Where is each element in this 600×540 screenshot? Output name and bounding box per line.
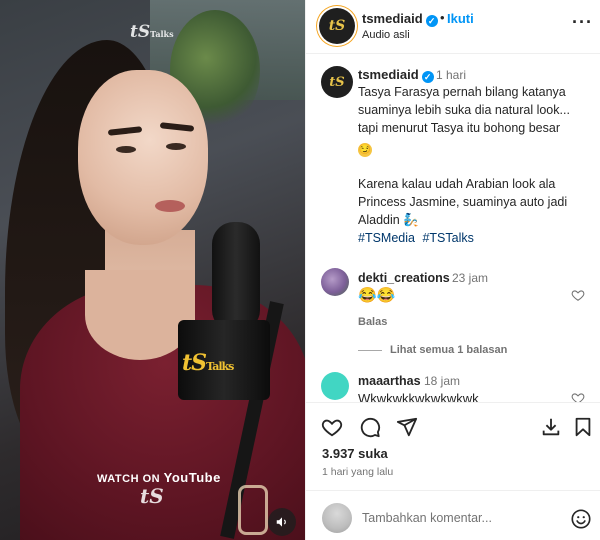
audio-link[interactable]: Audio asli xyxy=(362,29,410,41)
bookmark-icon[interactable] xyxy=(571,415,595,439)
video-player[interactable]: tSTalks tSTalks WATCH ON YouTube tS xyxy=(0,0,305,540)
comment-time: 23 jam xyxy=(452,271,489,285)
hashtag-link[interactable]: #TSTalks xyxy=(422,231,473,245)
caption-username-text[interactable]: tsmediaid xyxy=(358,67,419,82)
caption-avatar[interactable]: tS xyxy=(321,66,353,98)
verified-badge-icon: ✓ xyxy=(421,71,434,83)
commenter-avatar[interactable] xyxy=(321,372,349,400)
download-icon[interactable] xyxy=(539,415,563,439)
mic-logo: tSTalks xyxy=(182,350,262,380)
posted-time: 1 hari yang lalu xyxy=(322,466,394,478)
comment-text: 😂😂 xyxy=(358,287,396,304)
verified-badge-icon: ✓ xyxy=(425,15,438,27)
replies-divider xyxy=(358,350,382,351)
author-username-text[interactable]: tsmediaid xyxy=(362,11,423,26)
caption-text-part1: Tasya Farasya pernah bilang katanya suam… xyxy=(358,85,570,135)
comment-like-heart-icon[interactable] xyxy=(571,288,585,305)
post-panel: tS tsmediaid ✓ • Ikuti Audio asli ··· tS … xyxy=(305,0,600,540)
reply-button[interactable]: Balas xyxy=(358,316,387,328)
watermark-top: tSTalks xyxy=(130,22,174,42)
commenter-username[interactable]: maaarthas xyxy=(358,374,421,388)
caption-text-part2: Karena kalau udah Arabian look ala Princ… xyxy=(358,177,568,227)
mic-logo-sub: Talks xyxy=(206,360,234,373)
speaker-icon xyxy=(276,517,286,527)
comments-section[interactable]: tS tsmediaid ✓ 1 hari Tasya Farasya perna… xyxy=(306,54,600,402)
youtube-label: YouTube xyxy=(163,470,221,485)
more-options-icon[interactable]: ··· xyxy=(572,12,593,33)
video-subject-eye xyxy=(166,143,186,150)
watermark-top-sub: Talks xyxy=(150,29,174,39)
emoji-picker-icon[interactable] xyxy=(570,508,592,533)
separator-dot: • xyxy=(440,10,445,25)
current-user-avatar xyxy=(322,503,352,533)
comment-like-heart-icon[interactable] xyxy=(571,391,585,402)
heart-icon[interactable] xyxy=(320,415,344,439)
author-username[interactable]: tsmediaid ✓ xyxy=(362,11,438,27)
comment-text: Wkwkwkkwkwkwkwk xyxy=(358,391,479,402)
watch-on-youtube: WATCH ON YouTube xyxy=(97,470,221,485)
commenter-avatar[interactable] xyxy=(321,268,349,296)
add-comment-input[interactable] xyxy=(362,508,552,528)
video-subject-face xyxy=(78,70,208,245)
comment-icon[interactable] xyxy=(358,415,382,439)
view-replies-button[interactable]: Lihat semua 1 balasan xyxy=(390,344,507,356)
post-header: tS tsmediaid ✓ • Ikuti Audio asli ··· xyxy=(306,0,600,54)
smirk-emoji-icon: 😏 xyxy=(358,143,372,157)
commenter-username[interactable]: dekti_creations xyxy=(358,271,450,285)
sound-toggle-button[interactable] xyxy=(268,508,296,536)
microphone xyxy=(212,222,260,332)
author-avatar[interactable]: tS xyxy=(319,8,355,44)
comment-time: 18 jam xyxy=(424,374,461,388)
video-subject-eye xyxy=(116,146,136,153)
bracelet xyxy=(238,485,268,535)
caption-username[interactable]: tsmediaid ✓ xyxy=(358,67,434,83)
watermark-top-text: tS xyxy=(130,22,151,42)
watermark-bottom: tS xyxy=(140,484,164,508)
follow-button[interactable]: Ikuti xyxy=(447,11,474,26)
post-actions-bar xyxy=(306,402,600,450)
mic-logo-text: tS xyxy=(182,350,207,376)
send-icon[interactable] xyxy=(395,415,419,439)
hashtags: #TSMedia #TSTalks xyxy=(358,231,478,245)
hashtag-link[interactable]: #TSMedia xyxy=(358,231,415,245)
caption-text: Tasya Farasya pernah bilang katanya suam… xyxy=(358,83,583,229)
caption-time: 1 hari xyxy=(436,68,467,82)
genie-emoji-icon: 🧞 xyxy=(403,213,419,227)
add-comment-bar xyxy=(306,490,600,540)
video-subject-lips xyxy=(155,200,185,212)
like-count[interactable]: 3.937 suka xyxy=(322,446,388,461)
